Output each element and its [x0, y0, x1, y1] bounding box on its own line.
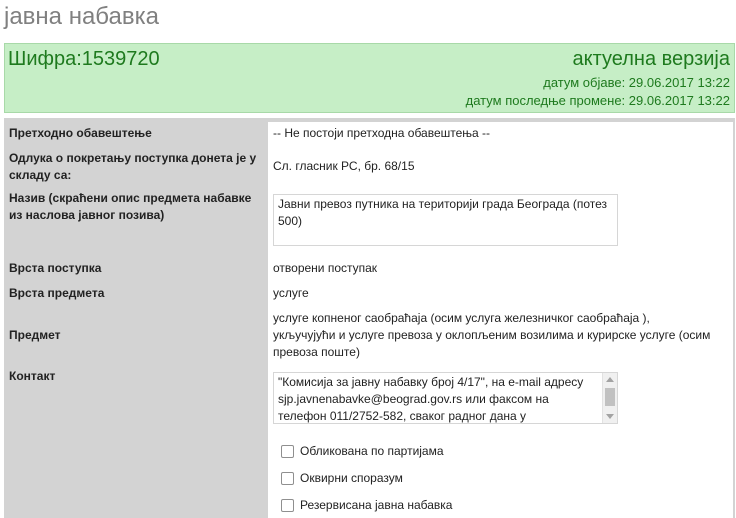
- framework-checkbox[interactable]: [281, 471, 294, 485]
- lots-checkbox[interactable]: [281, 444, 294, 458]
- lots-checkbox-label: Обликована по партијама: [300, 444, 444, 458]
- subject-type-value: услуге: [273, 286, 309, 300]
- contact-textarea[interactable]: "Комисија за јавну набавку број 4/17", н…: [273, 372, 618, 424]
- version-status: актуелна верзија: [572, 48, 730, 70]
- contact-text: "Комисија за јавну набавку број 4/17", н…: [278, 375, 584, 423]
- reserved-checkbox-label: Резервисана јавна набавка: [300, 498, 453, 512]
- subject-label: Предмет: [9, 328, 61, 342]
- decision-value: Сл. гласник РС, бр. 68/15: [273, 159, 415, 173]
- modified-date: датум последње промене: 29.06.2017 13:22: [465, 93, 730, 108]
- scroll-up-arrow-icon[interactable]: [606, 377, 614, 382]
- framework-checkbox-label: Оквирни споразум: [300, 471, 403, 485]
- procedure-type-value: отворени поступак: [273, 261, 378, 275]
- scroll-down-arrow-icon[interactable]: [606, 414, 614, 419]
- subject-value: услуге копненог саобраћаја (осим услуга …: [273, 311, 711, 359]
- version-header: Шифра:1539720 актуелна верзија датум обј…: [4, 43, 735, 113]
- reserved-checkbox-row[interactable]: Резервисана јавна набавка: [281, 497, 452, 513]
- subject-type-label: Врста предмета: [9, 286, 105, 300]
- lots-checkbox-row[interactable]: Обликована по партијама: [281, 443, 444, 459]
- prior-notice-value: -- Не постоји претходна обавештења --: [273, 126, 491, 140]
- decision-label: Одлука о покретању поступка донета је у …: [9, 151, 257, 182]
- procedure-type-label: Врста поступка: [9, 261, 102, 275]
- name-textarea[interactable]: Јавни превоз путника на територији града…: [273, 194, 618, 246]
- contact-label: Контакт: [9, 369, 56, 383]
- procurement-code: Шифра:1539720: [8, 48, 160, 70]
- reserved-checkbox[interactable]: [281, 498, 294, 512]
- prior-notice-label: Претходно обавештење: [9, 126, 152, 140]
- scroll-thumb[interactable]: [605, 388, 615, 406]
- page-title: јавна набавка: [4, 3, 159, 30]
- framework-checkbox-row[interactable]: Оквирни споразум: [281, 470, 403, 486]
- name-label: Назив (скраћени опис предмета набавке из…: [9, 191, 252, 222]
- contact-scrollbar[interactable]: [602, 373, 617, 423]
- publish-date: датум објаве: 29.06.2017 13:22: [543, 75, 730, 90]
